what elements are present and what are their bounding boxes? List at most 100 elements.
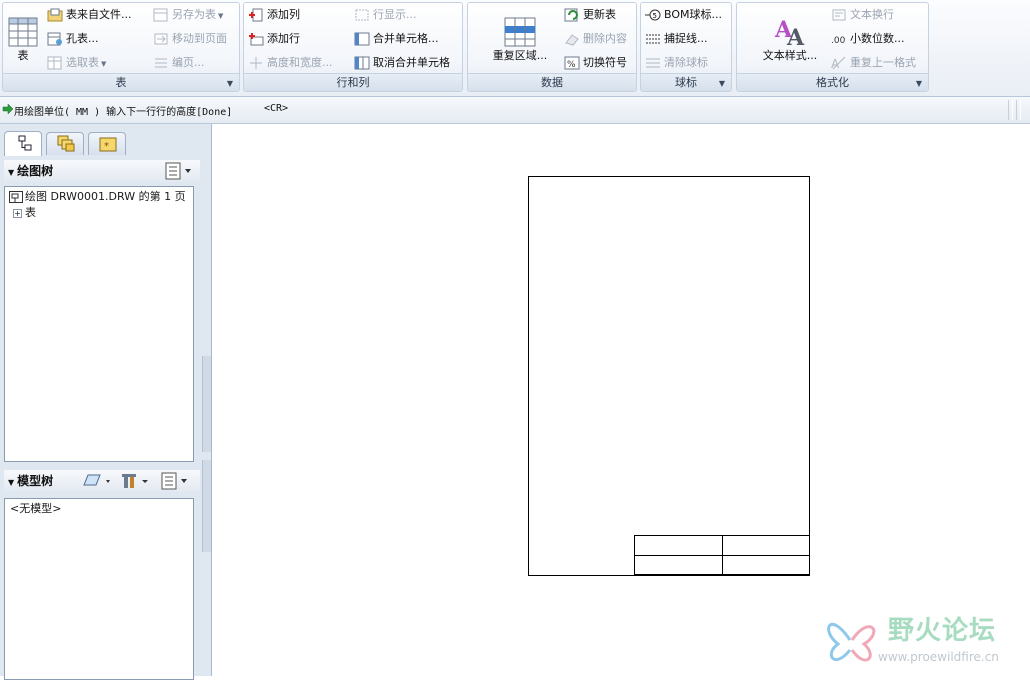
svg-text:%: % [567,60,576,70]
text-wrap-button[interactable]: 文本换行 [831,5,894,25]
group-table-label: 表 [3,73,239,91]
merge-cells-button[interactable]: 合并单元格... [354,29,439,49]
group-rowcol-label: 行和列 [244,73,462,91]
bom-balloon-button[interactable]: 5 BOM球标... [645,5,722,25]
group-launcher-icon[interactable]: ▼ [227,79,233,88]
expand-plus-icon[interactable]: + [13,208,22,218]
repeat-region-label: 重复区域... [492,49,548,62]
drawing-tree-header[interactable]: ▼ 绘图树 [4,160,200,182]
group-balloon-label: 球标 [641,73,731,91]
tree-node-table[interactable]: + 表 [5,205,193,221]
snap-line-button[interactable]: 捕捉线... [645,29,708,49]
group-rowcol: 添加列 添加行 高度和宽度... 行显示... 合并单元格... 取消合并单元格… [243,2,463,92]
tree-node-drawing-label: 绘图 DRW0001.DRW 的第 1 页 [25,190,186,203]
toggle-symbol-icon: % [564,56,580,70]
tab-favorites[interactable]: * [88,132,126,155]
table-cell[interactable] [634,554,723,575]
favorites-folder-icon: * [99,137,117,152]
panel-splitter[interactable] [202,460,211,552]
svg-text:.00: .00 [831,36,846,46]
select-table-icon [47,56,63,70]
table-cell[interactable] [721,554,810,575]
balloon-icon: 5 [645,8,661,22]
merge-cells-icon [354,32,370,46]
model-tree-title: 模型树 [17,474,54,488]
text-style-button[interactable]: A A 文本样式... [753,15,827,63]
tree-node-drawing[interactable]: 绘图 DRW0001.DRW 的第 1 页 [5,189,193,205]
repeat-region-icon [504,17,536,47]
table-cell[interactable] [721,535,810,556]
toolbar-grip[interactable] [1008,100,1013,120]
update-table-button[interactable]: 更新表 [564,5,616,25]
unmerge-cells-button[interactable]: 取消合并单元格 [354,53,450,73]
chevron-down-icon: ▼ [101,60,107,68]
model-tree: <无模型> [4,498,194,680]
delete-content-button[interactable]: 删除内容 [564,29,627,49]
add-row-button[interactable]: 添加行 [248,29,300,49]
snap-line-icon [645,32,661,46]
text-wrap-icon [831,8,847,22]
add-row-icon [248,32,264,46]
table-cell[interactable] [634,535,723,556]
model-tree-header[interactable]: ▼ 模型树 [4,470,200,492]
svg-text:*: * [104,141,109,152]
title-block-table[interactable] [634,535,810,575]
tree-structure-icon [18,135,32,151]
table-from-file-button[interactable]: 表来自文件... [47,5,132,25]
group-format-label: 格式化 [737,73,928,91]
svg-text:5: 5 [653,12,657,20]
table-row [634,535,810,556]
group-launcher-icon[interactable]: ▼ [916,79,922,88]
drawing-canvas[interactable] [212,124,1030,676]
drawing-tree-title: 绘图树 [17,164,54,178]
folder-table-icon [47,8,63,22]
toolbar-grip[interactable] [1016,100,1021,120]
group-table: 表 表来自文件... 孔表... 选取表 ▼ 另存为表 ▼ 移动到页面 编页... … [2,2,240,92]
row-display-button[interactable]: 行显示... [354,5,417,25]
group-data-label: 数据 [468,73,636,91]
drawing-tree: 绘图 DRW0001.DRW 的第 1 页 + 表 [4,186,194,462]
panel-splitter[interactable] [202,356,211,452]
settings-tools-icon[interactable] [82,472,198,490]
toggle-symbol-button[interactable]: % 切换符号 [564,53,627,73]
watermark-title: 野火论坛 [888,616,997,646]
group-launcher-icon[interactable]: ▼ [719,79,725,88]
hole-table-button[interactable]: 孔表... [47,29,99,49]
prompt-arrow-icon [2,103,14,115]
save-as-table-button[interactable]: 另存为表 ▼ [153,5,223,25]
row-display-icon [354,8,370,22]
show-options-button[interactable] [164,162,196,180]
ribbon: 表 表来自文件... 孔表... 选取表 ▼ 另存为表 ▼ 移动到页面 编页... … [0,0,1030,97]
height-width-button[interactable]: 高度和宽度... [248,53,333,73]
select-table-button[interactable]: 选取表 ▼ [47,53,106,73]
add-column-icon [248,8,264,22]
height-width-icon [248,56,264,70]
collapse-triangle-icon[interactable]: ▼ [8,472,14,494]
move-to-page-button[interactable]: 移动到页面 [153,29,227,49]
text-style-label: 文本样式... [762,49,818,62]
message-text: 用绘图单位( MM ) 输入下一行行的高度[Done] [14,107,233,118]
navigator-panel: * ▼绘图树 绘图 DRW0001.DRW 的第 1 页 +表 ▼模型树 [0,124,212,680]
tab-model-tree[interactable] [4,131,42,156]
butterfly-logo-icon [827,622,876,662]
save-table-icon [153,8,169,22]
chevron-down-icon: ▼ [218,12,224,20]
model-tree-empty: <无模型> [10,502,62,515]
repeat-region-button[interactable]: 重复区域... [486,17,554,63]
table-button[interactable]: 表 [6,17,40,63]
group-data: 重复区域... 更新表 删除内容 % 切换符号 数据 [467,2,637,92]
group-format: A A 文本样式... 文本换行 .00 小数位数... A 重复上一格式 格式化 … [736,2,929,92]
repeat-last-format-button[interactable]: A 重复上一格式 [831,53,916,73]
group-balloon: 5 BOM球标... 捕捉线... 清除球标 球标 ▼ [640,2,732,92]
paginate-button[interactable]: 编页... [153,53,205,73]
add-column-button[interactable]: 添加列 [248,5,300,25]
collapse-triangle-icon[interactable]: ▼ [8,162,14,184]
message-bar: 用绘图单位( MM ) 输入下一行行的高度[Done] <CR> [0,97,1030,124]
move-page-icon [153,32,169,46]
decimal-places-button[interactable]: .00 小数位数... [831,29,905,49]
tab-layers[interactable] [46,132,84,155]
clear-balloon-button[interactable]: 清除球标 [645,53,708,73]
tree-node-table-label: 表 [25,206,36,219]
drawing-sheet[interactable] [528,176,810,576]
table-button-label: 表 [17,49,29,62]
